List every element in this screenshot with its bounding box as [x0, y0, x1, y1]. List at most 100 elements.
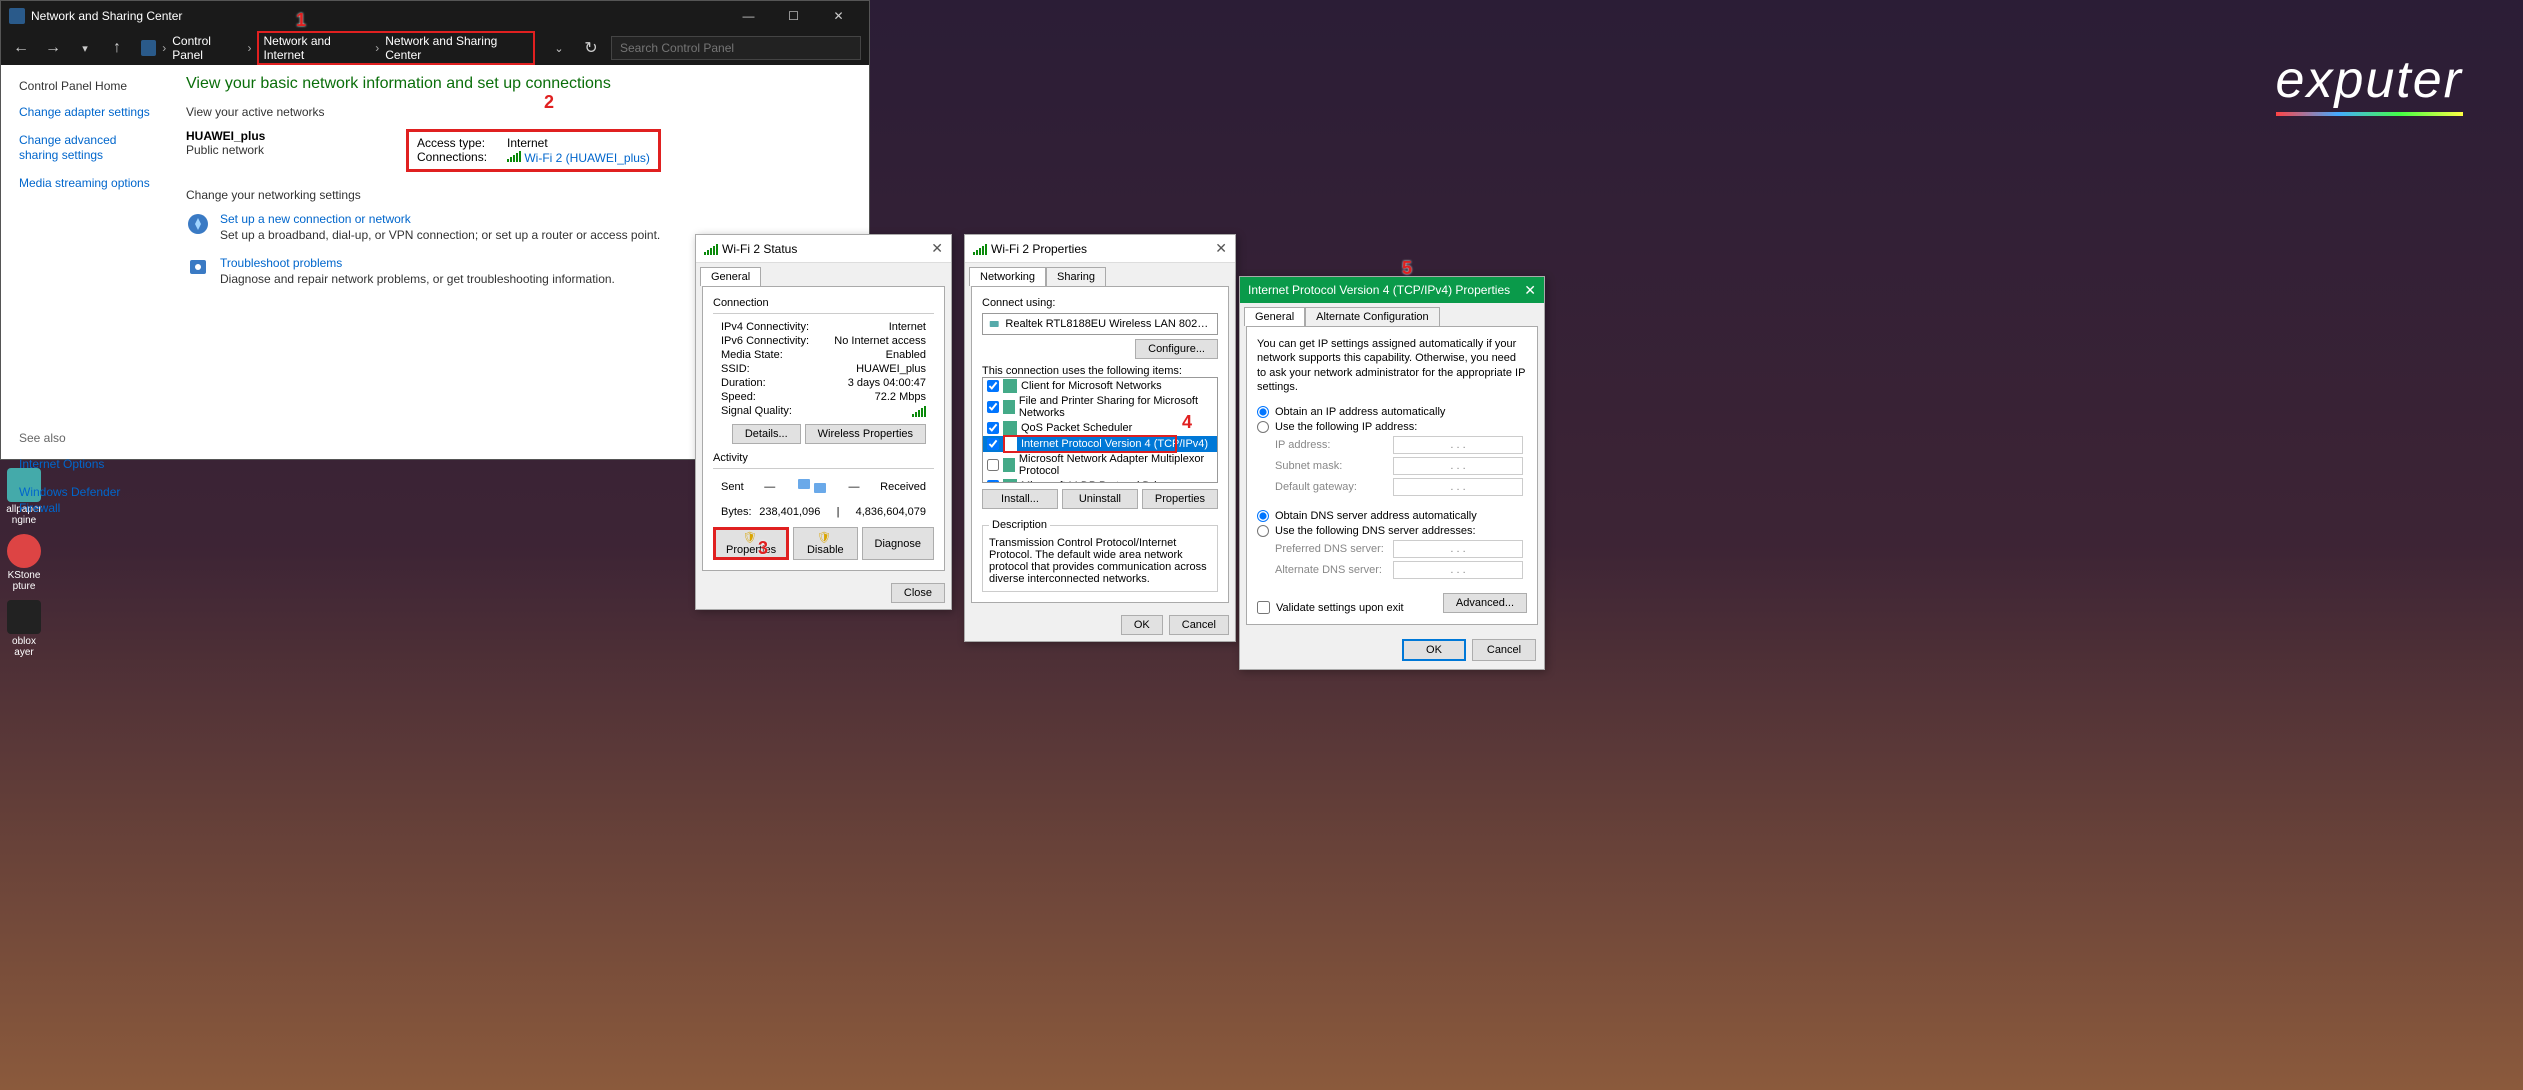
list-item[interactable]: Microsoft Network Adapter Multiplexor Pr… — [983, 452, 1217, 478]
properties-button[interactable]: Properties — [1142, 489, 1218, 509]
advanced-button[interactable]: Advanced... — [1443, 593, 1527, 613]
item-checkbox[interactable] — [987, 380, 999, 392]
access-info-box: Access type: Internet Connections: Wi-Fi… — [406, 129, 661, 172]
back-button[interactable]: ← — [9, 39, 33, 57]
connections-label: Connections: — [417, 150, 495, 165]
tab-general[interactable]: General — [700, 267, 761, 286]
forward-button[interactable]: → — [41, 39, 65, 57]
ok-button[interactable]: OK — [1402, 639, 1466, 661]
item-text: Microsoft Network Adapter Multiplexor Pr… — [1019, 453, 1213, 477]
diagnose-button[interactable]: Diagnose — [862, 527, 934, 560]
alt-dns-field[interactable]: . . . — [1393, 561, 1523, 579]
tab-general[interactable]: General — [1244, 307, 1305, 326]
item-checkbox[interactable] — [987, 438, 999, 450]
received-label: Received — [880, 481, 926, 493]
subnet-field[interactable]: . . . — [1393, 457, 1523, 475]
field-value: No Internet access — [834, 335, 926, 347]
pref-dns-field[interactable]: . . . — [1393, 540, 1523, 558]
uninstall-button[interactable]: Uninstall — [1062, 489, 1138, 509]
use-dns-radio[interactable] — [1257, 525, 1269, 537]
tab-sharing[interactable]: Sharing — [1046, 267, 1106, 286]
wifi-icon — [704, 243, 718, 255]
ok-button[interactable]: OK — [1121, 615, 1163, 635]
list-item[interactable]: Microsoft LLDP Protocol Driver — [983, 478, 1217, 483]
close-button[interactable]: ✕ — [1215, 240, 1227, 257]
dialog-title: Wi-Fi 2 Properties — [991, 242, 1087, 256]
access-type-label: Access type: — [417, 136, 495, 150]
install-button[interactable]: Install... — [982, 489, 1058, 509]
close-button[interactable]: ✕ — [816, 2, 861, 30]
close-button[interactable]: ✕ — [931, 240, 943, 257]
breadcrumb-segment[interactable]: Control Panel — [172, 34, 241, 62]
gateway-field[interactable]: . . . — [1393, 478, 1523, 496]
sidebar-link[interactable]: Change advanced sharing settings — [19, 133, 158, 164]
setup-connection-link[interactable]: Set up a new connection or network — [220, 212, 660, 226]
tab-networking[interactable]: Networking — [969, 267, 1046, 286]
new-connection-icon — [186, 212, 210, 236]
protocol-icon — [1003, 437, 1017, 451]
network-icon — [9, 8, 25, 24]
wifi-properties-dialog: Wi-Fi 2 Properties ✕ Networking Sharing … — [964, 234, 1236, 642]
sidebar-link[interactable]: Internet Options — [19, 457, 158, 473]
ip-address-field[interactable]: . . . — [1393, 436, 1523, 454]
protocol-icon — [1003, 379, 1017, 393]
annotation-number: 3 — [758, 538, 768, 559]
radio-label: Use the following IP address: — [1275, 421, 1417, 433]
item-text: Client for Microsoft Networks — [1021, 380, 1162, 392]
history-dropdown[interactable]: ⌄ — [547, 42, 571, 55]
access-type-value: Internet — [507, 136, 548, 150]
up-button[interactable]: ↑ — [105, 39, 129, 57]
bytes-sent-value: 238,401,096 — [759, 506, 820, 518]
sidebar-home[interactable]: Control Panel Home — [19, 79, 158, 93]
validate-checkbox[interactable] — [1257, 601, 1270, 614]
obtain-ip-auto-radio[interactable] — [1257, 406, 1269, 418]
configure-button[interactable]: Configure... — [1135, 339, 1218, 359]
disable-button[interactable]: 🛡Disable — [793, 527, 857, 560]
wireless-properties-button[interactable]: Wireless Properties — [805, 424, 926, 444]
search-input[interactable] — [611, 36, 861, 60]
breadcrumb-segment[interactable]: Network and Internet — [263, 34, 369, 62]
minimize-button[interactable]: — — [726, 2, 771, 30]
network-name: HUAWEI_plus — [186, 129, 366, 143]
close-button[interactable]: Close — [891, 583, 945, 603]
shield-icon: 🛡 — [817, 532, 831, 544]
obtain-dns-auto-radio[interactable] — [1257, 510, 1269, 522]
connect-using-label: Connect using: — [982, 297, 1218, 309]
annotation-number: 2 — [544, 92, 554, 113]
troubleshoot-link[interactable]: Troubleshoot problems — [220, 256, 615, 270]
window-title: Network and Sharing Center — [31, 9, 182, 23]
recent-button[interactable]: ▾ — [73, 42, 97, 55]
cancel-button[interactable]: Cancel — [1472, 639, 1536, 661]
details-button[interactable]: Details... — [732, 424, 801, 444]
list-item[interactable]: Internet Protocol Version 4 (TCP/IPv4) — [983, 436, 1217, 452]
desktop-icon[interactable]: KStone pture — [4, 534, 44, 592]
item-checkbox[interactable] — [987, 459, 999, 471]
maximize-button[interactable]: ☐ — [771, 2, 816, 30]
adapter-name: Realtek RTL8188EU Wireless LAN 802.11n U… — [1005, 318, 1211, 330]
refresh-button[interactable]: ↻ — [579, 38, 603, 58]
sidebar-link[interactable]: Windows Defender Firewall — [19, 485, 158, 516]
breadcrumb-segment[interactable]: Network and Sharing Center — [385, 34, 529, 62]
cancel-button[interactable]: Cancel — [1169, 615, 1229, 635]
sidebar-link[interactable]: Change adapter settings — [19, 105, 158, 121]
breadcrumb-separator: › — [375, 41, 379, 55]
close-button[interactable]: ✕ — [1524, 282, 1536, 299]
properties-button[interactable]: 🛡Properties — [713, 527, 789, 560]
tab-alternate-config[interactable]: Alternate Configuration — [1305, 307, 1440, 326]
breadcrumb-separator: › — [247, 41, 251, 55]
item-checkbox[interactable] — [987, 422, 999, 434]
use-ip-radio[interactable] — [1257, 421, 1269, 433]
field-value: 3 days 04:00:47 — [848, 377, 926, 389]
sidebar-link[interactable]: Media streaming options — [19, 176, 158, 192]
group-title: Connection — [713, 297, 934, 309]
item-checkbox[interactable] — [987, 401, 999, 413]
breadcrumb-separator: › — [162, 41, 166, 55]
connection-link[interactable]: Wi-Fi 2 (HUAWEI_plus) — [524, 151, 650, 165]
item-checkbox[interactable] — [987, 480, 999, 483]
protocol-icon — [1003, 479, 1017, 483]
list-item[interactable]: Client for Microsoft Networks — [983, 378, 1217, 394]
desktop-icon[interactable]: oblox ayer — [4, 600, 44, 658]
items-list-label: This connection uses the following items… — [982, 365, 1218, 377]
radio-label: Use the following DNS server addresses: — [1275, 525, 1476, 537]
item-text: Internet Protocol Version 4 (TCP/IPv4) — [1021, 438, 1208, 450]
